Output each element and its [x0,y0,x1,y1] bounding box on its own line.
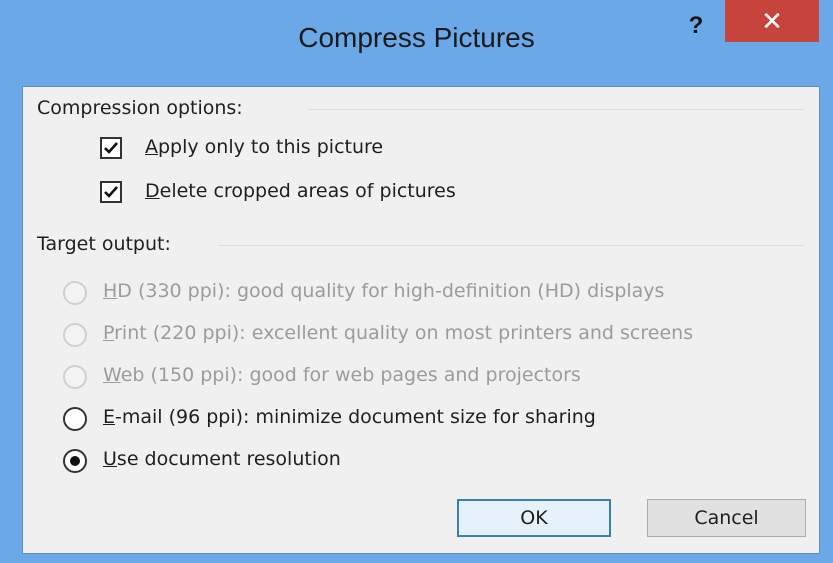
checkmark-icon [104,186,118,198]
delete-cropped-label-rest: elete cropped areas of pictures [159,180,456,202]
title-bar[interactable]: Compress Pictures ? ✕ [0,0,833,86]
apply-only-label-rest: pply only to this picture [158,136,384,158]
compression-options-heading: Compression options: [37,97,243,119]
target-output-heading: Target output: [37,233,171,255]
radio-print[interactable] [63,323,87,347]
close-icon: ✕ [761,6,783,36]
delete-cropped-label[interactable]: Delete cropped areas of pictures [145,180,456,202]
radio-document-resolution-label[interactable]: Use document resolution [103,448,341,470]
cancel-button[interactable]: Cancel [647,499,806,537]
delete-cropped-checkbox[interactable] [100,181,122,203]
radio-print-label[interactable]: Print (220 ppi): excellent quality on mo… [103,322,693,344]
radio-hd[interactable] [63,281,87,305]
ok-button[interactable]: OK [457,499,611,537]
apply-only-checkbox[interactable] [100,137,122,159]
checkmark-icon [104,142,118,154]
radio-hd-label[interactable]: HD (330 ppi): good quality for high-defi… [103,280,664,302]
radio-document-resolution[interactable] [63,449,87,473]
help-button[interactable]: ? [684,12,708,42]
compression-options-divider [308,109,804,110]
target-output-divider [218,245,804,246]
radio-web-label[interactable]: Web (150 ppi): good for web pages and pr… [103,364,581,386]
compress-pictures-dialog: Compress Pictures ? ✕ Compression option… [0,0,833,563]
radio-selected-dot [70,456,80,466]
radio-email[interactable] [63,407,87,431]
dialog-body: Compression options: Apply only to this … [22,86,820,554]
close-button[interactable]: ✕ [725,0,819,42]
apply-only-label[interactable]: Apply only to this picture [145,136,383,158]
radio-email-label[interactable]: E-mail (96 ppi): minimize document size … [103,406,596,428]
dialog-title: Compress Pictures [298,22,535,53]
radio-web[interactable] [63,365,87,389]
